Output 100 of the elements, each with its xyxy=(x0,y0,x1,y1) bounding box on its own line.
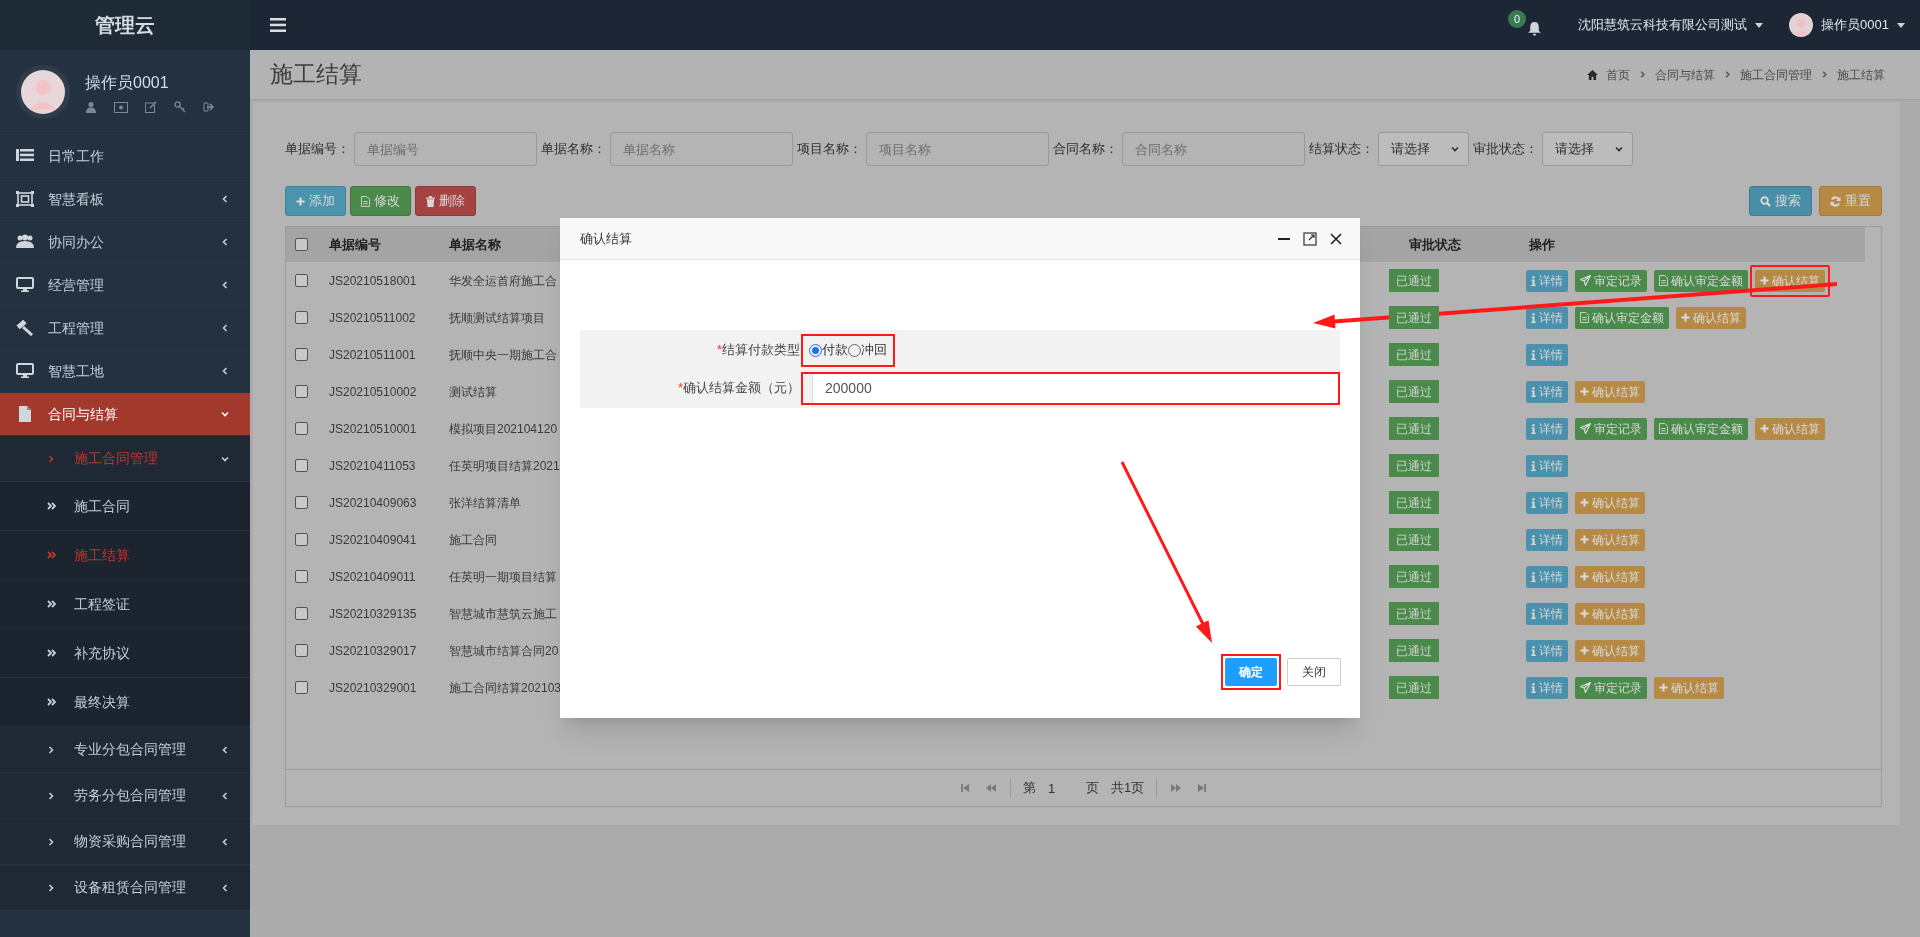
breadcrumb-link[interactable]: 施工合同管理 xyxy=(1740,65,1812,84)
breadcrumb-link[interactable]: 首页 xyxy=(1606,65,1630,84)
checkbox[interactable] xyxy=(295,681,308,694)
confirm-amount-button[interactable]: 确认审定金额 xyxy=(1654,269,1748,292)
menu-item[interactable]: 劳务分包合同管理 xyxy=(0,773,250,819)
page-total: 共1页 xyxy=(1110,779,1145,798)
menu-item[interactable]: 施工结算 xyxy=(0,531,250,580)
details-button[interactable]: 详情 xyxy=(1526,454,1568,477)
filter-select[interactable]: 请选择 xyxy=(1378,132,1469,166)
confirm-settlement-button[interactable]: 确认结算 xyxy=(1575,491,1645,514)
column-header: 审批状态 xyxy=(1408,235,1462,254)
details-button[interactable]: 详情 xyxy=(1526,269,1568,292)
confirm-settlement-button[interactable]: 确认结算 xyxy=(1654,676,1724,699)
menu-item[interactable]: 最终决算 xyxy=(0,678,250,727)
radio-option[interactable]: 冲回 xyxy=(848,340,887,360)
menu-item[interactable]: 协同办公 xyxy=(0,221,250,264)
details-button[interactable]: 详情 xyxy=(1526,602,1568,625)
checkbox[interactable] xyxy=(295,459,308,472)
user-menu[interactable]: 操作员0001 xyxy=(1789,13,1905,37)
add-button[interactable]: 添加 xyxy=(285,186,346,216)
close-button[interactable]: 关闭 xyxy=(1287,658,1341,686)
confirm-settlement-button[interactable]: 确认结算 xyxy=(1575,380,1645,403)
menu-item[interactable]: 工程签证 xyxy=(0,580,250,629)
confirm-settlement-button[interactable]: 确认结算 xyxy=(1575,565,1645,588)
document-icon xyxy=(1659,423,1668,434)
confirm-settlement-button[interactable]: 确认结算 xyxy=(1755,417,1825,440)
menu-item[interactable]: 施工合同 xyxy=(0,482,250,531)
filter-select[interactable]: 请选择 xyxy=(1542,132,1633,166)
menu-item[interactable]: 经营管理 xyxy=(0,264,250,307)
info-icon xyxy=(1531,423,1536,434)
company-dropdown[interactable]: 沈阳慧筑云科技有限公司测试 xyxy=(1578,15,1764,35)
paper-plane-icon xyxy=(1580,275,1591,286)
menu-item[interactable]: 智慧看板 xyxy=(0,178,250,221)
checkbox[interactable] xyxy=(295,644,308,657)
details-button[interactable]: 详情 xyxy=(1526,565,1568,588)
details-button[interactable]: 详情 xyxy=(1526,676,1568,699)
breadcrumb-link[interactable]: 施工结算 xyxy=(1837,65,1885,84)
checkbox[interactable] xyxy=(295,570,308,583)
search-button[interactable]: 搜索 xyxy=(1749,186,1812,216)
confirm-amount-button[interactable]: 确认审定金额 xyxy=(1575,306,1669,329)
table-cell-text: JS20210409041 xyxy=(329,531,418,549)
menu-item[interactable]: 日常工作 xyxy=(0,135,250,178)
key-icon xyxy=(174,101,186,113)
details-button[interactable]: 详情 xyxy=(1526,306,1568,329)
delete-button[interactable]: 删除 xyxy=(415,186,476,216)
chevron-right-icon xyxy=(46,744,56,755)
review-record-button[interactable]: 审定记录 xyxy=(1575,269,1647,292)
details-button[interactable]: 详情 xyxy=(1526,417,1568,440)
user-name: 操作员0001 xyxy=(85,73,170,93)
menu-item[interactable]: 合同与结算 xyxy=(0,393,250,436)
menu-item[interactable]: 专业分包合同管理 xyxy=(0,727,250,773)
filter-label: 单据名称： xyxy=(541,140,606,159)
filter-input[interactable]: 单据名称 xyxy=(610,132,793,166)
reset-button[interactable]: 重置 xyxy=(1819,186,1882,216)
page-number-field[interactable]: 1 xyxy=(1047,777,1074,799)
radio-option[interactable]: 付款 xyxy=(809,340,848,360)
document-icon xyxy=(16,406,34,422)
confirm-settlement-button[interactable]: 确认结算 xyxy=(1575,639,1645,662)
amount-input[interactable]: 200000 xyxy=(812,373,1338,403)
breadcrumb-link[interactable]: 合同与结算 xyxy=(1655,65,1715,84)
checkbox[interactable] xyxy=(295,533,308,546)
checkbox[interactable] xyxy=(295,274,308,287)
filter-input[interactable]: 项目名称 xyxy=(866,132,1049,166)
details-button[interactable]: 详情 xyxy=(1526,380,1568,403)
filter-input[interactable]: 单据编号 xyxy=(354,132,537,166)
checkbox[interactable] xyxy=(295,348,308,361)
checkbox[interactable] xyxy=(295,238,308,251)
review-record-button[interactable]: 审定记录 xyxy=(1575,417,1647,440)
plus-icon xyxy=(296,196,305,206)
confirm-settlement-button[interactable]: 确认结算 xyxy=(1676,306,1746,329)
table-cell-text: JS20210510002 xyxy=(329,383,418,401)
confirm-settlement-button[interactable]: 确认结算 xyxy=(1575,602,1645,625)
checkbox[interactable] xyxy=(295,496,308,509)
menu-item[interactable]: 工程管理 xyxy=(0,307,250,350)
notification-button[interactable]: 0 xyxy=(1508,8,1543,42)
details-button[interactable]: 详情 xyxy=(1526,491,1568,514)
details-button[interactable]: 详情 xyxy=(1526,528,1568,551)
menu-item[interactable]: 施工合同管理 xyxy=(0,436,250,482)
chevron-right-icon xyxy=(46,836,56,847)
edit-button[interactable]: 修改 xyxy=(350,186,411,216)
details-button[interactable]: 详情 xyxy=(1526,639,1568,662)
confirm-settlement-button[interactable]: 确认结算 xyxy=(1575,528,1645,551)
confirm-button[interactable]: 确定 xyxy=(1225,658,1277,686)
trash-icon xyxy=(426,195,435,207)
menu-item[interactable]: 补充协议 xyxy=(0,629,250,678)
checkbox[interactable] xyxy=(295,311,308,324)
menu-item[interactable]: 设备租赁合同管理 xyxy=(0,865,250,911)
page-label: 页 xyxy=(1085,779,1099,798)
review-record-button[interactable]: 审定记录 xyxy=(1575,676,1647,699)
checkbox[interactable] xyxy=(295,422,308,435)
filter-input[interactable]: 合同名称 xyxy=(1122,132,1305,166)
details-button[interactable]: 详情 xyxy=(1526,343,1568,366)
menu-button[interactable] xyxy=(270,17,288,33)
table-cell-text: 张洋结算清单 xyxy=(449,494,522,512)
menu-icon xyxy=(270,18,286,32)
checkbox[interactable] xyxy=(295,607,308,620)
double-chevron-icon xyxy=(46,550,58,560)
checkbox[interactable] xyxy=(295,385,308,398)
menu-item[interactable]: 物资采购合同管理 xyxy=(0,819,250,865)
confirm-amount-button[interactable]: 确认审定金额 xyxy=(1654,417,1748,440)
